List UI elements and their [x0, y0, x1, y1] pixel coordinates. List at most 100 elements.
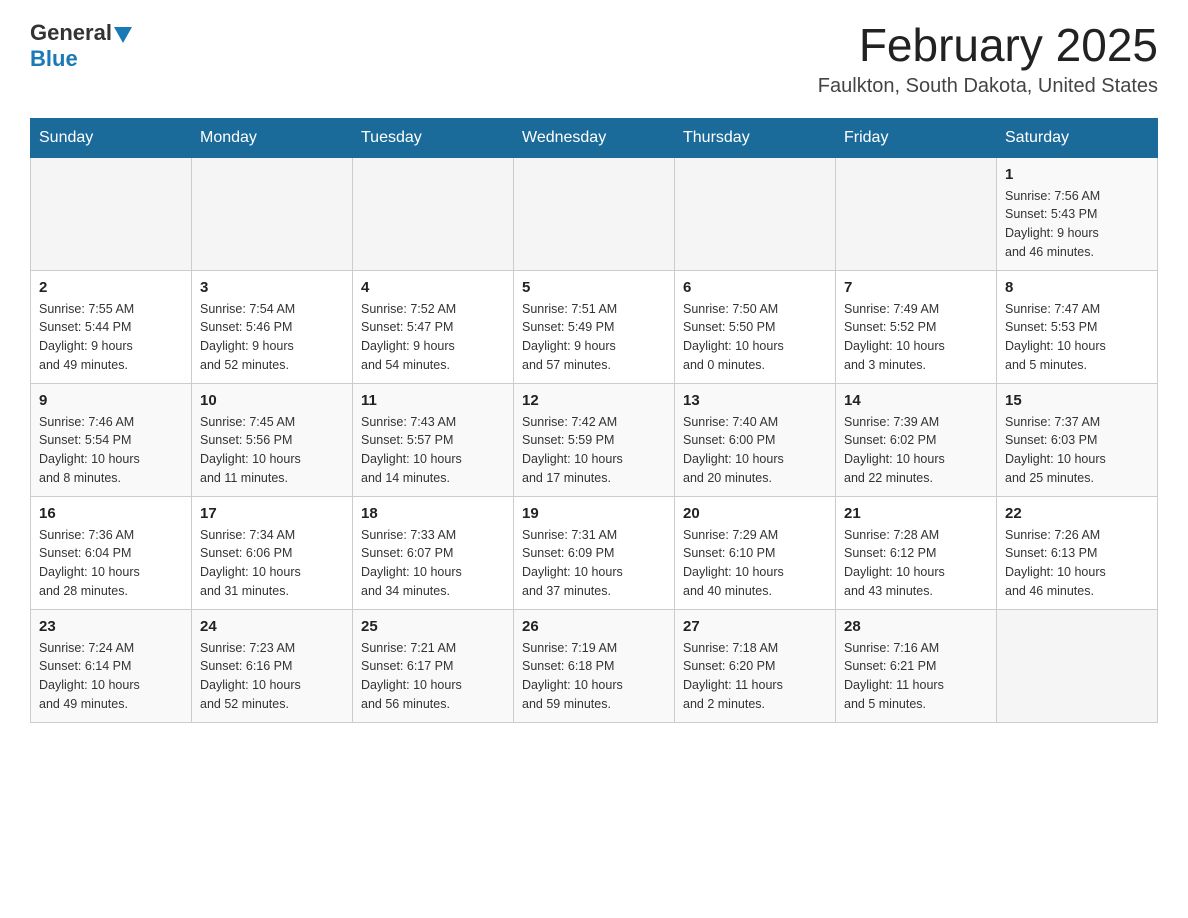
day-number: 8 [1005, 279, 1149, 296]
day-info: Sunrise: 7:40 AM Sunset: 6:00 PM Dayligh… [683, 413, 827, 488]
calendar-week-row: 2 Sunrise: 7:55 AM Sunset: 5:44 PM Daylig… [31, 270, 1158, 383]
day-info: Sunrise: 7:36 AM Sunset: 6:04 PM Dayligh… [39, 526, 183, 601]
weekday-header-tuesday: Tuesday [353, 118, 514, 157]
calendar-cell [836, 157, 997, 270]
day-info: Sunrise: 7:52 AM Sunset: 5:47 PM Dayligh… [361, 300, 505, 375]
calendar-cell: 5 Sunrise: 7:51 AM Sunset: 5:49 PM Daylig… [514, 270, 675, 383]
calendar-cell: 18 Sunrise: 7:33 AM Sunset: 6:07 PM Dayli… [353, 496, 514, 609]
calendar-cell: 19 Sunrise: 7:31 AM Sunset: 6:09 PM Dayli… [514, 496, 675, 609]
day-number: 12 [522, 392, 666, 409]
calendar-cell: 6Sunrise: 7:50 AM Sunset: 5:50 PM Daylig… [675, 270, 836, 383]
day-number: 7 [844, 279, 988, 296]
calendar-cell: 15Sunrise: 7:37 AM Sunset: 6:03 PM Dayli… [997, 383, 1158, 496]
day-number: 23 [39, 618, 183, 635]
calendar-cell: 11 Sunrise: 7:43 AM Sunset: 5:57 PM Dayli… [353, 383, 514, 496]
day-number: 17 [200, 505, 344, 522]
calendar-table: SundayMondayTuesdayWednesdayThursdayFrid… [30, 118, 1158, 723]
day-number: 4 [361, 279, 505, 296]
location-text: Faulkton, South Dakota, United States [818, 75, 1158, 98]
day-number: 22 [1005, 505, 1149, 522]
day-info: Sunrise: 7:19 AM Sunset: 6:18 PM Dayligh… [522, 639, 666, 714]
day-number: 13 [683, 392, 827, 409]
logo-blue-text: Blue [30, 46, 78, 71]
calendar-cell: 20 Sunrise: 7:29 AM Sunset: 6:10 PM Dayli… [675, 496, 836, 609]
calendar-week-row: 23 Sunrise: 7:24 AM Sunset: 6:14 PM Dayli… [31, 609, 1158, 722]
day-number: 24 [200, 618, 344, 635]
calendar-cell: 10 Sunrise: 7:45 AM Sunset: 5:56 PM Dayli… [192, 383, 353, 496]
day-info: Sunrise: 7:31 AM Sunset: 6:09 PM Dayligh… [522, 526, 666, 601]
day-number: 11 [361, 392, 505, 409]
calendar-cell [997, 609, 1158, 722]
day-number: 14 [844, 392, 988, 409]
day-info: Sunrise: 7:43 AM Sunset: 5:57 PM Dayligh… [361, 413, 505, 488]
weekday-header-wednesday: Wednesday [514, 118, 675, 157]
day-info: Sunrise: 7:45 AM Sunset: 5:56 PM Dayligh… [200, 413, 344, 488]
day-info: Sunrise: 7:37 AM Sunset: 6:03 PM Dayligh… [1005, 413, 1149, 488]
day-number: 26 [522, 618, 666, 635]
day-number: 20 [683, 505, 827, 522]
day-number: 10 [200, 392, 344, 409]
day-number: 5 [522, 279, 666, 296]
day-info: Sunrise: 7:29 AM Sunset: 6:10 PM Dayligh… [683, 526, 827, 601]
calendar-cell: 22 Sunrise: 7:26 AM Sunset: 6:13 PM Dayli… [997, 496, 1158, 609]
calendar-cell: 4 Sunrise: 7:52 AM Sunset: 5:47 PM Daylig… [353, 270, 514, 383]
calendar-cell: 13 Sunrise: 7:40 AM Sunset: 6:00 PM Dayli… [675, 383, 836, 496]
calendar-week-row: 16 Sunrise: 7:36 AM Sunset: 6:04 PM Dayli… [31, 496, 1158, 609]
calendar-cell: 8 Sunrise: 7:47 AM Sunset: 5:53 PM Daylig… [997, 270, 1158, 383]
day-number: 27 [683, 618, 827, 635]
logo: General Blue [30, 20, 132, 72]
calendar-cell [675, 157, 836, 270]
day-info: Sunrise: 7:18 AM Sunset: 6:20 PM Dayligh… [683, 639, 827, 714]
day-info: Sunrise: 7:21 AM Sunset: 6:17 PM Dayligh… [361, 639, 505, 714]
calendar-cell: 16 Sunrise: 7:36 AM Sunset: 6:04 PM Dayli… [31, 496, 192, 609]
day-info: Sunrise: 7:33 AM Sunset: 6:07 PM Dayligh… [361, 526, 505, 601]
calendar-cell: 17 Sunrise: 7:34 AM Sunset: 6:06 PM Dayli… [192, 496, 353, 609]
calendar-cell: 21 Sunrise: 7:28 AM Sunset: 6:12 PM Dayli… [836, 496, 997, 609]
day-number: 1 [1005, 166, 1149, 183]
calendar-week-row: 1 Sunrise: 7:56 AM Sunset: 5:43 PM Daylig… [31, 157, 1158, 270]
day-number: 21 [844, 505, 988, 522]
weekday-header-row: SundayMondayTuesdayWednesdayThursdayFrid… [31, 118, 1158, 157]
day-number: 2 [39, 279, 183, 296]
day-info: Sunrise: 7:54 AM Sunset: 5:46 PM Dayligh… [200, 300, 344, 375]
day-info: Sunrise: 7:26 AM Sunset: 6:13 PM Dayligh… [1005, 526, 1149, 601]
day-info: Sunrise: 7:34 AM Sunset: 6:06 PM Dayligh… [200, 526, 344, 601]
day-number: 3 [200, 279, 344, 296]
day-info: Sunrise: 7:51 AM Sunset: 5:49 PM Dayligh… [522, 300, 666, 375]
calendar-cell: 2 Sunrise: 7:55 AM Sunset: 5:44 PM Daylig… [31, 270, 192, 383]
day-info: Sunrise: 7:55 AM Sunset: 5:44 PM Dayligh… [39, 300, 183, 375]
day-number: 18 [361, 505, 505, 522]
logo-general-text: General [30, 20, 112, 46]
calendar-cell: 3 Sunrise: 7:54 AM Sunset: 5:46 PM Daylig… [192, 270, 353, 383]
weekday-header-sunday: Sunday [31, 118, 192, 157]
day-number: 19 [522, 505, 666, 522]
calendar-cell [514, 157, 675, 270]
day-info: Sunrise: 7:28 AM Sunset: 6:12 PM Dayligh… [844, 526, 988, 601]
day-info: Sunrise: 7:56 AM Sunset: 5:43 PM Dayligh… [1005, 187, 1149, 262]
calendar-cell: 28 Sunrise: 7:16 AM Sunset: 6:21 PM Dayli… [836, 609, 997, 722]
day-info: Sunrise: 7:50 AM Sunset: 5:50 PM Dayligh… [683, 300, 827, 375]
weekday-header-friday: Friday [836, 118, 997, 157]
page-header: General Blue February 2025 Faulkton, Sou… [30, 20, 1158, 98]
day-info: Sunrise: 7:16 AM Sunset: 6:21 PM Dayligh… [844, 639, 988, 714]
day-info: Sunrise: 7:23 AM Sunset: 6:16 PM Dayligh… [200, 639, 344, 714]
month-title: February 2025 [818, 20, 1158, 71]
day-info: Sunrise: 7:46 AM Sunset: 5:54 PM Dayligh… [39, 413, 183, 488]
calendar-cell: 25 Sunrise: 7:21 AM Sunset: 6:17 PM Dayli… [353, 609, 514, 722]
weekday-header-thursday: Thursday [675, 118, 836, 157]
calendar-cell [192, 157, 353, 270]
day-info: Sunrise: 7:42 AM Sunset: 5:59 PM Dayligh… [522, 413, 666, 488]
day-number: 28 [844, 618, 988, 635]
weekday-header-monday: Monday [192, 118, 353, 157]
calendar-cell: 26 Sunrise: 7:19 AM Sunset: 6:18 PM Dayli… [514, 609, 675, 722]
calendar-week-row: 9Sunrise: 7:46 AM Sunset: 5:54 PM Daylig… [31, 383, 1158, 496]
day-info: Sunrise: 7:47 AM Sunset: 5:53 PM Dayligh… [1005, 300, 1149, 375]
day-number: 25 [361, 618, 505, 635]
logo-triangle-icon [114, 27, 132, 43]
calendar-cell: 7Sunrise: 7:49 AM Sunset: 5:52 PM Daylig… [836, 270, 997, 383]
calendar-cell: 1 Sunrise: 7:56 AM Sunset: 5:43 PM Daylig… [997, 157, 1158, 270]
calendar-cell: 12 Sunrise: 7:42 AM Sunset: 5:59 PM Dayli… [514, 383, 675, 496]
day-number: 16 [39, 505, 183, 522]
day-info: Sunrise: 7:39 AM Sunset: 6:02 PM Dayligh… [844, 413, 988, 488]
day-info: Sunrise: 7:24 AM Sunset: 6:14 PM Dayligh… [39, 639, 183, 714]
